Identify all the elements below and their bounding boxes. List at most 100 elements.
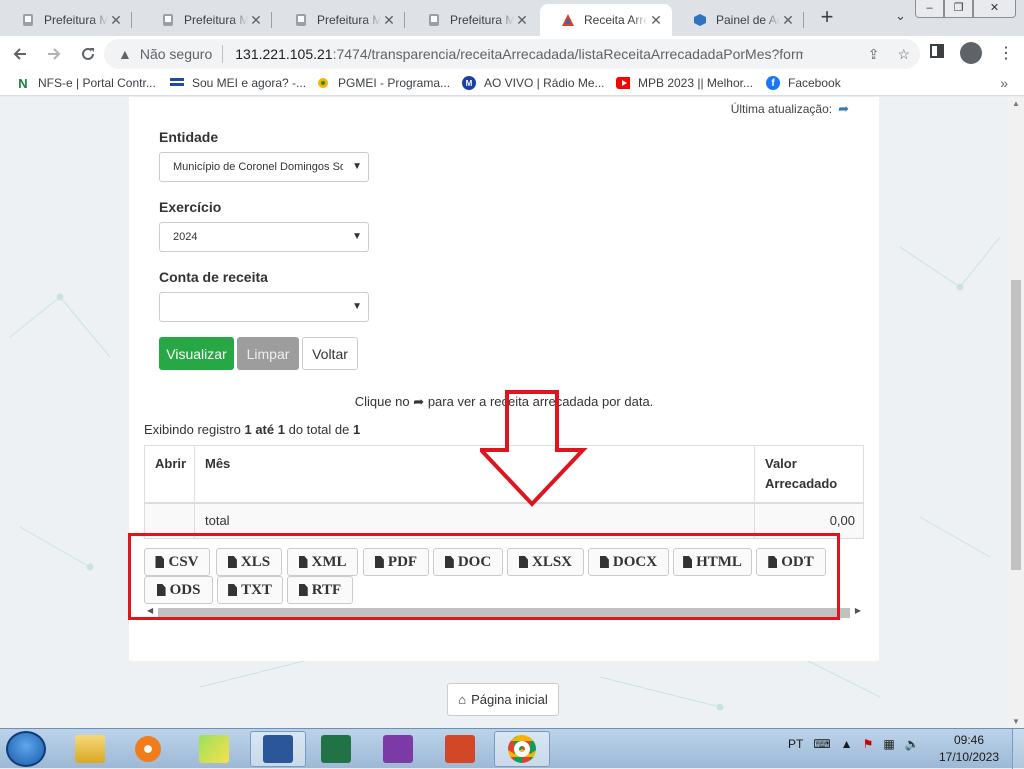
- excel-icon: [321, 735, 351, 763]
- bookmark-label: PGMEI - Programa...: [338, 76, 451, 90]
- column-header-valor[interactable]: Valor Arrecadado: [755, 446, 863, 502]
- annotation-down-arrow-icon: [480, 390, 588, 507]
- entidade-select[interactable]: Município de Coronel Domingos Soares ▼: [159, 152, 369, 182]
- language-indicator[interactable]: PT: [788, 737, 803, 751]
- bookmark-radio[interactable]: M AO VIVO | Rádio Me...: [462, 76, 605, 90]
- minimize-button[interactable]: –: [915, 0, 944, 18]
- column-header-abrir[interactable]: Abrir: [145, 446, 195, 502]
- scroll-up-icon[interactable]: ▲: [1012, 99, 1020, 108]
- show-desktop-button[interactable]: [1012, 729, 1024, 769]
- pgmei-logo-icon: [316, 76, 330, 90]
- tray-arrow-icon[interactable]: ▲: [841, 737, 853, 751]
- powerpoint-icon: [445, 735, 475, 763]
- taskbar-excel[interactable]: [308, 731, 364, 767]
- tab-2[interactable]: Prefeitura Municipal ✕: [140, 4, 272, 36]
- crest-icon: [293, 12, 309, 28]
- back-icon[interactable]: [6, 40, 34, 68]
- home-button-label: Página inicial: [471, 692, 548, 707]
- close-icon[interactable]: ✕: [381, 12, 397, 29]
- exercicio-select[interactable]: 2024 ▼: [159, 222, 369, 252]
- nfse-logo-icon: N: [18, 75, 28, 91]
- chevron-down-icon: ▼: [352, 161, 362, 172]
- tab-3[interactable]: Prefeitura Municipal ✕: [273, 4, 405, 36]
- tab-title: Prefeitura Municipal: [44, 13, 108, 27]
- home-icon: ⌂: [458, 692, 467, 707]
- url-host: 131.221.105.21: [235, 46, 333, 62]
- bookmark-facebook[interactable]: f Facebook: [766, 76, 841, 90]
- radio-logo-icon: M: [462, 76, 476, 90]
- crest-icon: [20, 12, 36, 28]
- bookmarks-bar: N NFS-e | Portal Contr... Sou MEI e agor…: [0, 72, 1024, 96]
- vertical-scrollbar[interactable]: ▲ ▼: [1008, 97, 1024, 728]
- bookmark-label: Sou MEI e agora? -...: [192, 76, 307, 90]
- bookmark-youtube[interactable]: MPB 2023 || Melhor...: [616, 76, 753, 90]
- conta-receita-select[interactable]: ▼: [159, 292, 369, 322]
- records-total: 1: [352, 422, 361, 437]
- flag-icon: [170, 76, 184, 90]
- column-header-mes[interactable]: Mês: [195, 446, 755, 502]
- tab-1[interactable]: Prefeitura Municipal ✕: [0, 4, 132, 36]
- close-icon[interactable]: ✕: [514, 12, 530, 29]
- bookmark-pgmei[interactable]: PGMEI - Programa...: [316, 76, 450, 90]
- taskbar-word[interactable]: [250, 731, 306, 767]
- forward-icon[interactable]: [40, 40, 68, 68]
- youtube-icon: [616, 76, 630, 90]
- bookmark-nfse[interactable]: N NFS-e | Portal Contr...: [16, 75, 156, 91]
- clock[interactable]: 09:46 17/10/2023: [930, 732, 1008, 766]
- share-arrow-icon: ➦: [413, 394, 425, 409]
- address-bar[interactable]: ▲ Não seguro 131.221.105.21 :7474/transp…: [104, 39, 920, 69]
- taskbar-powerpoint[interactable]: [432, 731, 488, 767]
- share-icon[interactable]: ⇪: [868, 46, 880, 63]
- limpar-button[interactable]: Limpar: [237, 337, 299, 370]
- keyboard-icon[interactable]: ⌨: [813, 737, 830, 751]
- more-bookmarks-icon[interactable]: »: [1000, 75, 1008, 91]
- close-icon[interactable]: ✕: [648, 12, 664, 29]
- reload-icon[interactable]: [74, 40, 102, 68]
- bookmark-mei[interactable]: Sou MEI e agora? -...: [170, 76, 306, 90]
- scroll-thumb[interactable]: [1011, 280, 1021, 570]
- voltar-button[interactable]: Voltar: [302, 337, 358, 370]
- share-arrow-icon[interactable]: ➦: [838, 101, 849, 117]
- scroll-down-icon[interactable]: ▼: [1012, 717, 1020, 726]
- tab-search-icon[interactable]: ⌄: [895, 8, 906, 24]
- side-panel-icon[interactable]: [930, 43, 944, 63]
- profile-avatar[interactable]: [960, 42, 982, 64]
- tab-bar: Prefeitura Municipal ✕ Prefeitura Munici…: [0, 0, 1024, 36]
- bookmark-label: MPB 2023 || Melhor...: [638, 76, 753, 90]
- tab-title: Prefeitura Municipal: [184, 13, 248, 27]
- chevron-down-icon: ▼: [352, 231, 362, 242]
- tab-6[interactable]: Painel de Administração ✕: [672, 4, 804, 36]
- bookmark-label: AO VIVO | Rádio Me...: [484, 76, 605, 90]
- close-window-button[interactable]: ✕: [973, 0, 1016, 18]
- records-to: 1: [277, 422, 285, 437]
- security-label[interactable]: Não seguro: [140, 46, 212, 62]
- home-button[interactable]: ⌂ Página inicial: [447, 683, 559, 716]
- taskbar-media-player[interactable]: [120, 731, 176, 767]
- new-tab-button[interactable]: +: [815, 6, 839, 30]
- url-path: :7474/transparencia/receitaArrecadada/li…: [332, 46, 803, 62]
- records-pre: Exibindo registro: [144, 422, 241, 437]
- browser-toolbar: ▲ Não seguro 131.221.105.21 :7474/transp…: [0, 36, 1024, 72]
- taskbar-chrome[interactable]: [494, 731, 550, 767]
- tab-4[interactable]: Prefeitura Municipal ✕: [406, 4, 538, 36]
- visualizar-button[interactable]: Visualizar: [159, 337, 234, 370]
- close-icon[interactable]: ✕: [780, 12, 796, 29]
- close-icon[interactable]: ✕: [108, 12, 124, 29]
- records-from: 1: [244, 422, 252, 437]
- entidade-value: Município de Coronel Domingos Soares: [173, 161, 343, 173]
- start-button[interactable]: [6, 731, 46, 767]
- taskbar-paint[interactable]: [186, 731, 242, 767]
- scroll-right-icon[interactable]: ▶: [855, 606, 861, 615]
- taskbar-explorer[interactable]: [62, 731, 118, 767]
- close-icon[interactable]: ✕: [248, 12, 264, 29]
- volume-icon[interactable]: 🔈: [905, 737, 920, 751]
- bookmark-star-icon[interactable]: ☆: [897, 46, 910, 63]
- restore-button[interactable]: ❐: [944, 0, 973, 18]
- menu-icon[interactable]: ⋮: [998, 43, 1014, 63]
- action-center-icon[interactable]: ⚑: [863, 737, 874, 751]
- bookmark-label: Facebook: [788, 76, 841, 90]
- tab-receita-arrecadada[interactable]: Receita Arrecadada ✕: [540, 4, 672, 36]
- taskbar-onenote[interactable]: [370, 731, 426, 767]
- network-icon[interactable]: ▦: [883, 737, 894, 751]
- warning-icon[interactable]: ▲: [118, 46, 132, 62]
